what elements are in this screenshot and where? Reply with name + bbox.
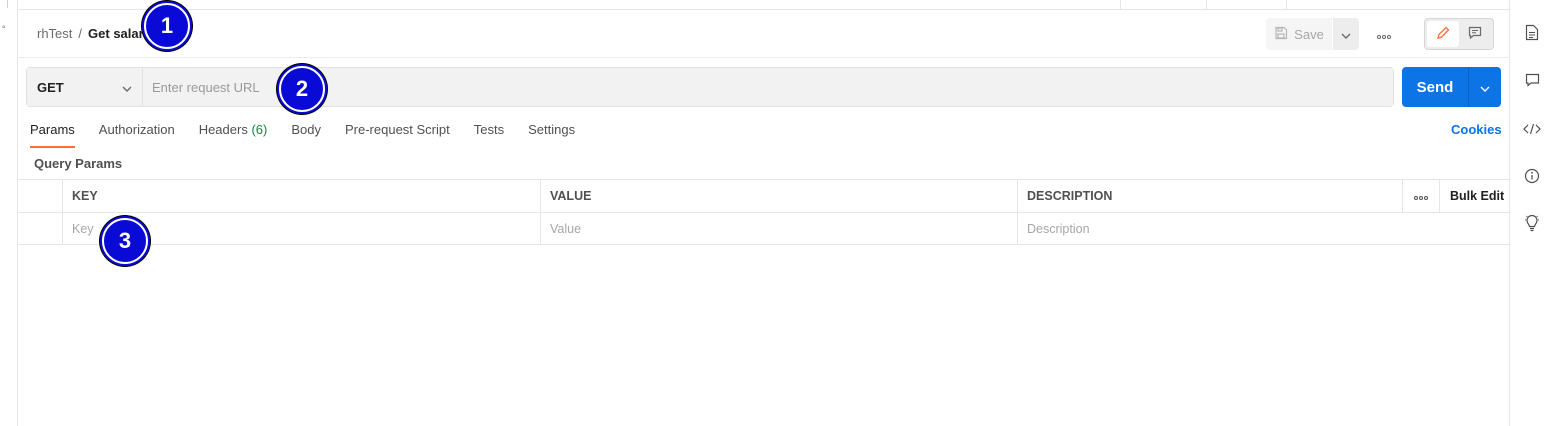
sidebar-edge-mark [2, 0, 8, 8]
method-select[interactable]: GET [27, 68, 143, 106]
table-row: Key Value Description [18, 212, 1509, 245]
tab-tests[interactable]: Tests [474, 122, 504, 148]
tab-headers[interactable]: Headers (6) [199, 122, 268, 148]
code-icon [1523, 123, 1541, 138]
save-label: Save [1294, 26, 1324, 42]
value-input[interactable]: Value [540, 213, 1017, 245]
url-bar: GET [26, 67, 1394, 107]
tab-authorization[interactable]: Authorization [99, 122, 175, 148]
save-group: Save [1266, 18, 1359, 50]
row-checkbox-cell [18, 213, 62, 245]
column-options-button[interactable] [1402, 180, 1439, 212]
tab-label: Settings [528, 122, 576, 137]
bulk-edit-button[interactable]: Bulk Edit [1439, 180, 1509, 212]
edit-mode-button[interactable] [1427, 21, 1459, 47]
tab-divider [1286, 0, 1287, 10]
empty-cell [1402, 213, 1439, 245]
tab-label: Body [291, 122, 321, 137]
tab-divider [1206, 0, 1207, 10]
send-button[interactable]: Send [1402, 67, 1468, 107]
comment-icon [1468, 26, 1482, 42]
send-dropdown-button[interactable] [1468, 67, 1501, 107]
sidebar-handle-dot[interactable]: ° [2, 24, 6, 34]
query-params-table: KEY VALUE DESCRIPTION Bulk Edit Key Valu… [18, 179, 1509, 245]
tab-params[interactable]: Params [30, 122, 75, 148]
empty-cell [1439, 213, 1509, 245]
comment-icon [1525, 73, 1540, 90]
chevron-down-icon [1341, 27, 1351, 42]
request-name[interactable]: Get salar [88, 26, 144, 41]
tab-label: Authorization [98, 122, 175, 137]
breadcrumb: rhTest / Get salar [37, 26, 144, 41]
request-info-button[interactable] [1523, 168, 1541, 186]
view-mode-toggle [1424, 18, 1494, 50]
cookies-link[interactable]: Cookies [1451, 122, 1502, 137]
save-button[interactable]: Save [1266, 18, 1332, 50]
tab-label: Headers [198, 122, 248, 137]
tab-label: Tests [473, 122, 505, 137]
tab-pre-request-script[interactable]: Pre-request Script [345, 122, 450, 148]
save-icon [1274, 26, 1288, 43]
annotation-badge-3: 3 [102, 218, 148, 264]
suggestions-button[interactable] [1523, 214, 1541, 235]
more-horizontal-icon [1377, 27, 1391, 42]
annotation-badge-1: 1 [144, 3, 190, 49]
tab-divider [1120, 0, 1121, 10]
send-group: Send [1402, 67, 1502, 107]
lightbulb-icon [1524, 214, 1540, 235]
tab-settings[interactable]: Settings [528, 122, 575, 148]
query-params-title: Query Params [34, 156, 123, 171]
breadcrumb-separator: / [78, 26, 83, 41]
tab-strip-edge [18, 0, 1509, 10]
checkbox-column-header [18, 180, 62, 212]
chevron-down-icon [122, 80, 132, 95]
description-input[interactable]: Description [1017, 213, 1402, 245]
request-header: rhTest / Get salar Save [18, 10, 1509, 58]
description-column-header: DESCRIPTION [1017, 180, 1402, 212]
method-label: GET [37, 79, 64, 95]
tab-body[interactable]: Body [291, 122, 321, 148]
table-header-row: KEY VALUE DESCRIPTION Bulk Edit [18, 179, 1509, 212]
value-column-header: VALUE [540, 180, 1017, 212]
breadcrumb-collection[interactable]: rhTest [37, 26, 72, 41]
more-horizontal-icon [1414, 189, 1428, 203]
request-tabs: Params Authorization Headers (6) Body Pr… [30, 122, 599, 148]
save-dropdown-button[interactable] [1333, 18, 1359, 50]
right-context-bar [1509, 0, 1553, 426]
code-snippet-button[interactable] [1523, 121, 1541, 139]
document-icon [1525, 24, 1539, 44]
tab-label: Pre-request Script [344, 122, 450, 137]
left-sidebar-edge: ° [0, 0, 18, 426]
headers-count-badge: (6) [251, 122, 268, 137]
key-column-header: KEY [62, 180, 540, 212]
annotation-badge-2: 2 [279, 66, 325, 112]
more-actions-button[interactable] [1372, 22, 1396, 46]
url-input[interactable] [143, 68, 1393, 106]
chevron-down-icon [1480, 80, 1490, 95]
comments-mode-button[interactable] [1459, 21, 1491, 47]
tab-label: Params [30, 122, 75, 137]
comments-button[interactable] [1523, 72, 1541, 90]
documentation-button[interactable] [1523, 24, 1541, 44]
info-icon [1524, 168, 1540, 187]
pencil-icon [1436, 26, 1450, 43]
